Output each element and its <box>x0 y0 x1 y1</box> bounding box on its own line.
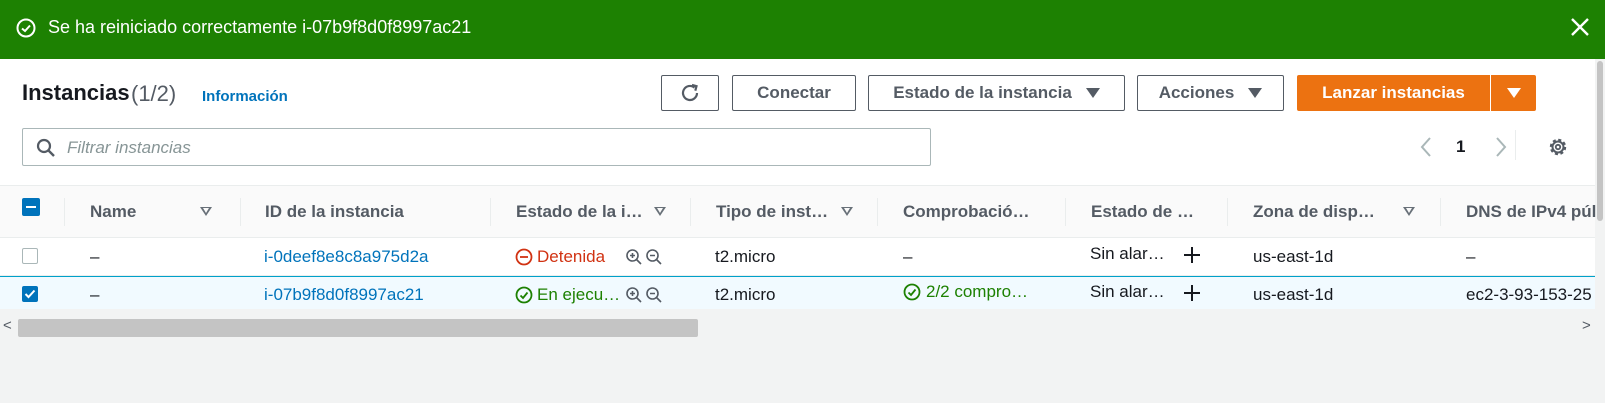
column-header-alarm-status[interactable]: Estado de … <box>1091 202 1194 222</box>
sort-icon[interactable] <box>841 207 853 216</box>
scroll-left-icon[interactable]: < <box>3 317 12 334</box>
actions-label: Acciones <box>1158 83 1235 102</box>
zoom-out-icon[interactable] <box>645 286 663 304</box>
zoom-in-icon[interactable] <box>625 248 643 266</box>
table-row[interactable]: – i-0deef8e8c8a975d2a Detenida t2.micro … <box>0 238 1595 276</box>
column-header-public-dns[interactable]: DNS de IPv4 púl <box>1466 202 1596 222</box>
actions-button[interactable]: Acciones <box>1137 75 1284 111</box>
add-alarm-icon[interactable] <box>1182 283 1202 303</box>
availability-zone: us-east-1d <box>1253 285 1334 304</box>
instance-name: – <box>90 247 100 266</box>
horizontal-scrollbar[interactable]: < > <box>0 309 1595 337</box>
divider <box>1515 130 1516 160</box>
availability-zone: us-east-1d <box>1253 247 1334 266</box>
checkmark-icon <box>24 289 36 299</box>
column-header-instance-state[interactable]: Estado de la i… <box>516 202 643 222</box>
caret-down-icon <box>1506 88 1521 98</box>
row-checkbox[interactable] <box>22 286 38 302</box>
launch-instances-label: Lanzar instancias <box>1322 83 1465 102</box>
launch-instances-button[interactable]: Lanzar instancias <box>1297 75 1490 111</box>
current-page-number[interactable]: 1 <box>1456 137 1465 157</box>
search-placeholder: Filtrar instancias <box>67 138 191 157</box>
public-dns: ec2-3-93-153-25 <box>1466 285 1592 304</box>
column-header-name[interactable]: Name <box>90 202 136 222</box>
alarm-status: Sin alar… <box>1090 244 1165 263</box>
row-checkbox[interactable] <box>22 248 38 264</box>
instance-state-label: Estado de la instancia <box>893 83 1072 102</box>
previous-page-icon[interactable] <box>1419 136 1433 158</box>
check-circle-icon <box>16 18 36 38</box>
check-circle-icon <box>903 283 921 301</box>
status-checks: 2/2 compro… <box>926 282 1029 301</box>
zoom-in-icon[interactable] <box>625 286 643 304</box>
vertical-scrollbar[interactable] <box>1595 59 1605 321</box>
success-flash-banner: Se ha reiniciado correctamente i-07b9f8d… <box>0 0 1605 59</box>
refresh-icon <box>681 83 699 102</box>
zoom-out-icon[interactable] <box>645 248 663 266</box>
sort-icon[interactable] <box>1403 207 1415 216</box>
instance-state: Detenida <box>537 247 606 266</box>
caret-down-icon <box>1248 88 1263 98</box>
refresh-button[interactable] <box>661 75 719 111</box>
selection-count: (1/2) <box>131 81 177 106</box>
column-header-status-check[interactable]: Comprobació… <box>903 202 1030 222</box>
instance-type: t2.micro <box>715 285 776 304</box>
connect-button-label: Conectar <box>757 83 831 102</box>
filter-instances-input[interactable]: Filtrar instancias <box>22 128 931 166</box>
sort-icon[interactable] <box>654 207 666 216</box>
select-all-checkbox[interactable] <box>22 198 40 216</box>
stopped-status-icon <box>515 248 533 266</box>
instance-id-link[interactable]: i-07b9f8d0f8997ac21 <box>264 285 424 305</box>
add-alarm-icon[interactable] <box>1182 245 1202 265</box>
scroll-right-icon[interactable]: > <box>1582 317 1591 334</box>
column-header-instance-type[interactable]: Tipo de inst… <box>716 202 828 222</box>
next-page-icon[interactable] <box>1494 136 1508 158</box>
sort-icon[interactable] <box>200 207 212 216</box>
launch-dropdown-button[interactable] <box>1491 75 1536 111</box>
caret-down-icon <box>1085 88 1100 98</box>
page-title: Instancias <box>22 80 130 105</box>
flash-message: Se ha reiniciado correctamente i-07b9f8d… <box>48 17 472 37</box>
info-link[interactable]: Información <box>202 88 288 105</box>
alarm-status: Sin alar… <box>1090 282 1165 301</box>
scrollbar-thumb[interactable] <box>18 319 698 337</box>
instance-id-link[interactable]: i-0deef8e8c8a975d2a <box>264 247 428 267</box>
column-header-availability-zone[interactable]: Zona de dispo… <box>1253 202 1383 222</box>
instance-name: – <box>90 285 100 304</box>
instance-type: t2.micro <box>715 247 776 266</box>
close-icon[interactable] <box>1567 14 1593 40</box>
public-dns: – <box>1466 247 1476 266</box>
column-header-instance-id[interactable]: ID de la instancia <box>265 202 404 222</box>
instance-state: En ejecu… <box>537 285 621 304</box>
gear-icon[interactable] <box>1546 135 1570 159</box>
running-status-icon <box>515 286 533 304</box>
search-icon <box>36 138 55 157</box>
instance-state-button[interactable]: Estado de la instancia <box>868 75 1125 111</box>
status-checks: – <box>903 247 913 266</box>
table-header: Name ID de la instancia Estado de la i… … <box>0 185 1596 238</box>
connect-button[interactable]: Conectar <box>732 75 856 111</box>
